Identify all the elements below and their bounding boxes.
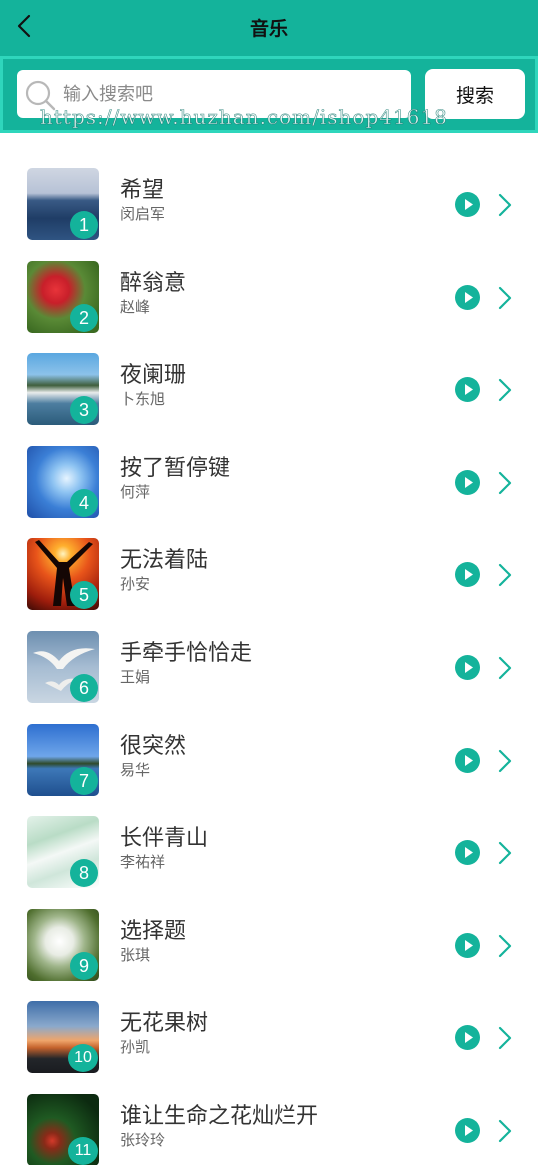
play-icon[interactable] <box>455 284 480 310</box>
song-artist: 易华 <box>120 760 151 779</box>
play-icon[interactable] <box>455 377 480 403</box>
song-item[interactable]: 11 谁让生命之花灿烂开 张玲玲 <box>0 1076 538 1165</box>
app-header: 音乐 <box>0 0 538 56</box>
song-artist: 卜东旭 <box>120 390 166 409</box>
song-item[interactable]: 4 按了暂停键 何萍 <box>0 428 538 521</box>
song-title: 夜阑珊 <box>120 363 187 389</box>
song-title: 谁让生命之花灿烂开 <box>120 1103 319 1129</box>
play-icon[interactable] <box>455 469 480 495</box>
album-cover: 4 <box>27 445 99 518</box>
rank-badge: 6 <box>70 673 98 702</box>
song-item[interactable]: 6 手牵手恰恰走 王娟 <box>0 613 538 706</box>
song-title: 无法着陆 <box>120 548 209 574</box>
album-cover: 2 <box>27 260 99 333</box>
song-item[interactable]: 10 无花果树 孙凯 <box>0 983 538 1076</box>
rank-badge: 10 <box>68 1044 98 1073</box>
chevron-right-icon[interactable] <box>495 933 515 959</box>
song-artist: 张琪 <box>120 945 151 964</box>
song-title: 按了暂停键 <box>120 455 231 481</box>
rank-badge: 11 <box>68 1136 98 1165</box>
chevron-right-icon[interactable] <box>495 655 515 681</box>
album-cover: 9 <box>27 908 99 981</box>
song-item[interactable]: 2 醉翁意 赵峰 <box>0 243 538 336</box>
song-list: 1 希望 闵启军 2 醉翁意 赵峰 3 夜阑珊 卜东旭 4 按了暂停键 何萍 5… <box>0 150 538 1165</box>
song-item[interactable]: 8 长伴青山 李祐祥 <box>0 798 538 891</box>
album-cover: 11 <box>27 1093 99 1165</box>
album-cover: 7 <box>27 723 99 796</box>
song-artist: 王娟 <box>120 667 151 686</box>
rank-badge: 9 <box>70 951 98 980</box>
rank-badge: 2 <box>70 303 98 332</box>
search-button[interactable]: 搜索 <box>425 69 525 119</box>
chevron-right-icon[interactable] <box>495 285 515 311</box>
song-artist: 孙安 <box>120 575 151 594</box>
song-artist: 孙凯 <box>120 1038 151 1057</box>
rank-badge: 7 <box>70 766 98 795</box>
song-item[interactable]: 5 无法着陆 孙安 <box>0 520 538 613</box>
song-artist: 李祐祥 <box>120 853 166 872</box>
album-cover: 1 <box>27 168 99 240</box>
play-icon[interactable] <box>455 1025 480 1051</box>
song-title: 醉翁意 <box>120 270 187 296</box>
search-box[interactable] <box>17 70 411 118</box>
chevron-right-icon[interactable] <box>495 1118 515 1144</box>
song-artist: 何萍 <box>120 482 151 501</box>
song-title: 无花果树 <box>120 1011 209 1037</box>
page-title: 音乐 <box>249 18 288 40</box>
song-item[interactable]: 1 希望 闵启军 <box>0 150 538 243</box>
song-title: 长伴青山 <box>120 826 209 852</box>
song-title: 选择题 <box>120 918 187 944</box>
chevron-right-icon[interactable] <box>495 377 515 403</box>
chevron-right-icon[interactable] <box>495 192 515 218</box>
play-icon[interactable] <box>455 747 480 773</box>
rank-badge: 1 <box>70 211 98 239</box>
album-cover: 8 <box>27 816 99 889</box>
play-icon[interactable] <box>455 932 480 958</box>
rank-badge: 4 <box>70 488 98 517</box>
play-icon[interactable] <box>455 192 480 217</box>
search-input[interactable] <box>63 76 403 112</box>
rank-badge: 8 <box>70 859 98 888</box>
chevron-right-icon[interactable] <box>495 470 515 496</box>
album-cover: 10 <box>27 1001 99 1074</box>
chevron-right-icon[interactable] <box>495 1025 515 1051</box>
album-cover: 5 <box>27 538 99 611</box>
song-title: 希望 <box>120 178 165 203</box>
chevron-right-icon[interactable] <box>495 840 515 866</box>
song-title: 手牵手恰恰走 <box>120 640 253 666</box>
play-icon[interactable] <box>455 654 480 680</box>
play-icon[interactable] <box>455 1117 480 1143</box>
song-artist: 赵峰 <box>120 297 151 316</box>
song-artist: 闵启军 <box>120 205 166 223</box>
play-icon[interactable] <box>455 840 480 866</box>
rank-badge: 3 <box>70 396 98 425</box>
album-cover: 6 <box>27 630 99 703</box>
album-cover: 3 <box>27 353 99 426</box>
song-title: 很突然 <box>120 733 187 759</box>
play-icon[interactable] <box>455 562 480 588</box>
chevron-right-icon[interactable] <box>495 562 515 588</box>
song-artist: 张玲玲 <box>120 1130 166 1149</box>
song-item[interactable]: 9 选择题 张琪 <box>0 891 538 984</box>
search-bar: 搜索 <box>0 56 538 133</box>
chevron-right-icon[interactable] <box>495 748 515 774</box>
song-item[interactable]: 7 很突然 易华 <box>0 706 538 799</box>
song-item[interactable]: 3 夜阑珊 卜东旭 <box>0 335 538 428</box>
search-icon <box>25 80 56 111</box>
